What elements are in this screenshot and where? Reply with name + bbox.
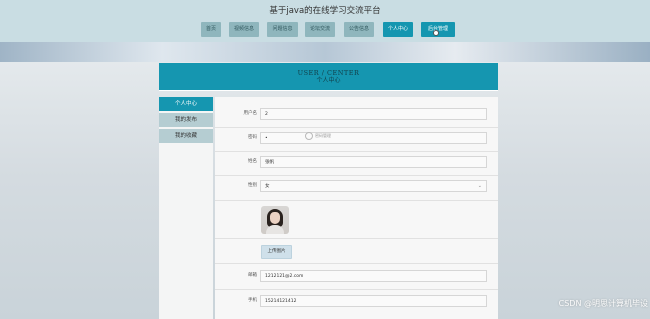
gender-value: 女 (265, 184, 270, 189)
name-field[interactable]: 张帆 (260, 156, 487, 168)
password-row: 密码 • (215, 126, 498, 150)
password-field[interactable]: • (260, 132, 487, 144)
email-label: 邮箱 (248, 273, 257, 278)
divider (215, 238, 498, 239)
upload-image-button[interactable]: 上传图片 (261, 245, 292, 259)
chevron-down-icon: ⌄ (477, 183, 482, 189)
username-row: 用户名 2 (215, 102, 498, 126)
header-en-title: USER / CENTER (297, 69, 360, 77)
password-label: 密码 (248, 135, 257, 140)
email-field[interactable]: 1212121@2.com (260, 270, 487, 282)
name-row: 姓名 张帆 (215, 150, 498, 174)
username-field[interactable]: 2 (260, 108, 487, 120)
nav-item-home[interactable]: 首页 (201, 22, 221, 37)
main-nav: 首页 视频信息 问题信息 论坛交流 公告信息 个人中心 后台管理 (0, 22, 650, 38)
profile-form: 用户名 2 密码 • 密码管理 姓名 张帆 性别 女 ⌄ 上传图片 邮箱 1212… (215, 97, 498, 319)
divider (215, 200, 498, 201)
phone-field[interactable]: 15214121412 (260, 295, 487, 307)
sidebar-item-my-posts[interactable]: 我的发布 (159, 113, 213, 127)
nav-item-videos[interactable]: 视频信息 (229, 22, 259, 37)
nav-item-forum[interactable]: 论坛交流 (305, 22, 335, 37)
sidebar: 个人中心 我的发布 我的收藏 (159, 97, 213, 319)
gender-label: 性别 (248, 183, 257, 188)
sidebar-item-user-center[interactable]: 个人中心 (159, 97, 213, 111)
username-label: 用户名 (243, 111, 258, 116)
name-label: 姓名 (248, 159, 257, 164)
nav-item-user-center[interactable]: 个人中心 (383, 22, 413, 37)
lock-icon (305, 132, 313, 140)
password-manage-link[interactable]: 密码管理 (305, 130, 331, 142)
site-title: 基于java的在线学习交流平台 (269, 6, 381, 16)
mouse-cursor (433, 30, 439, 36)
watermark: CSDN @明思计算机毕设 (558, 299, 648, 308)
gender-select[interactable]: 女 ⌄ (260, 180, 487, 192)
phone-label: 手机 (248, 298, 257, 303)
nav-item-notices[interactable]: 公告信息 (344, 22, 374, 37)
phone-row: 手机 15214121412 (215, 289, 498, 313)
password-hint-text: 密码管理 (315, 133, 331, 138)
email-row: 邮箱 1212121@2.com (215, 264, 498, 288)
top-bar: 基于java的在线学习交流平台 首页 视频信息 问题信息 论坛交流 公告信息 个… (0, 0, 650, 46)
banner-image (0, 42, 650, 62)
gender-row: 性别 女 ⌄ (215, 174, 498, 198)
nav-item-questions[interactable]: 问题信息 (267, 22, 298, 37)
header-cn-title: 个人中心 (316, 77, 341, 84)
avatar (261, 206, 289, 234)
user-center-header: USER / CENTER 个人中心 (159, 63, 498, 91)
sidebar-item-my-favorites[interactable]: 我的收藏 (159, 129, 213, 143)
